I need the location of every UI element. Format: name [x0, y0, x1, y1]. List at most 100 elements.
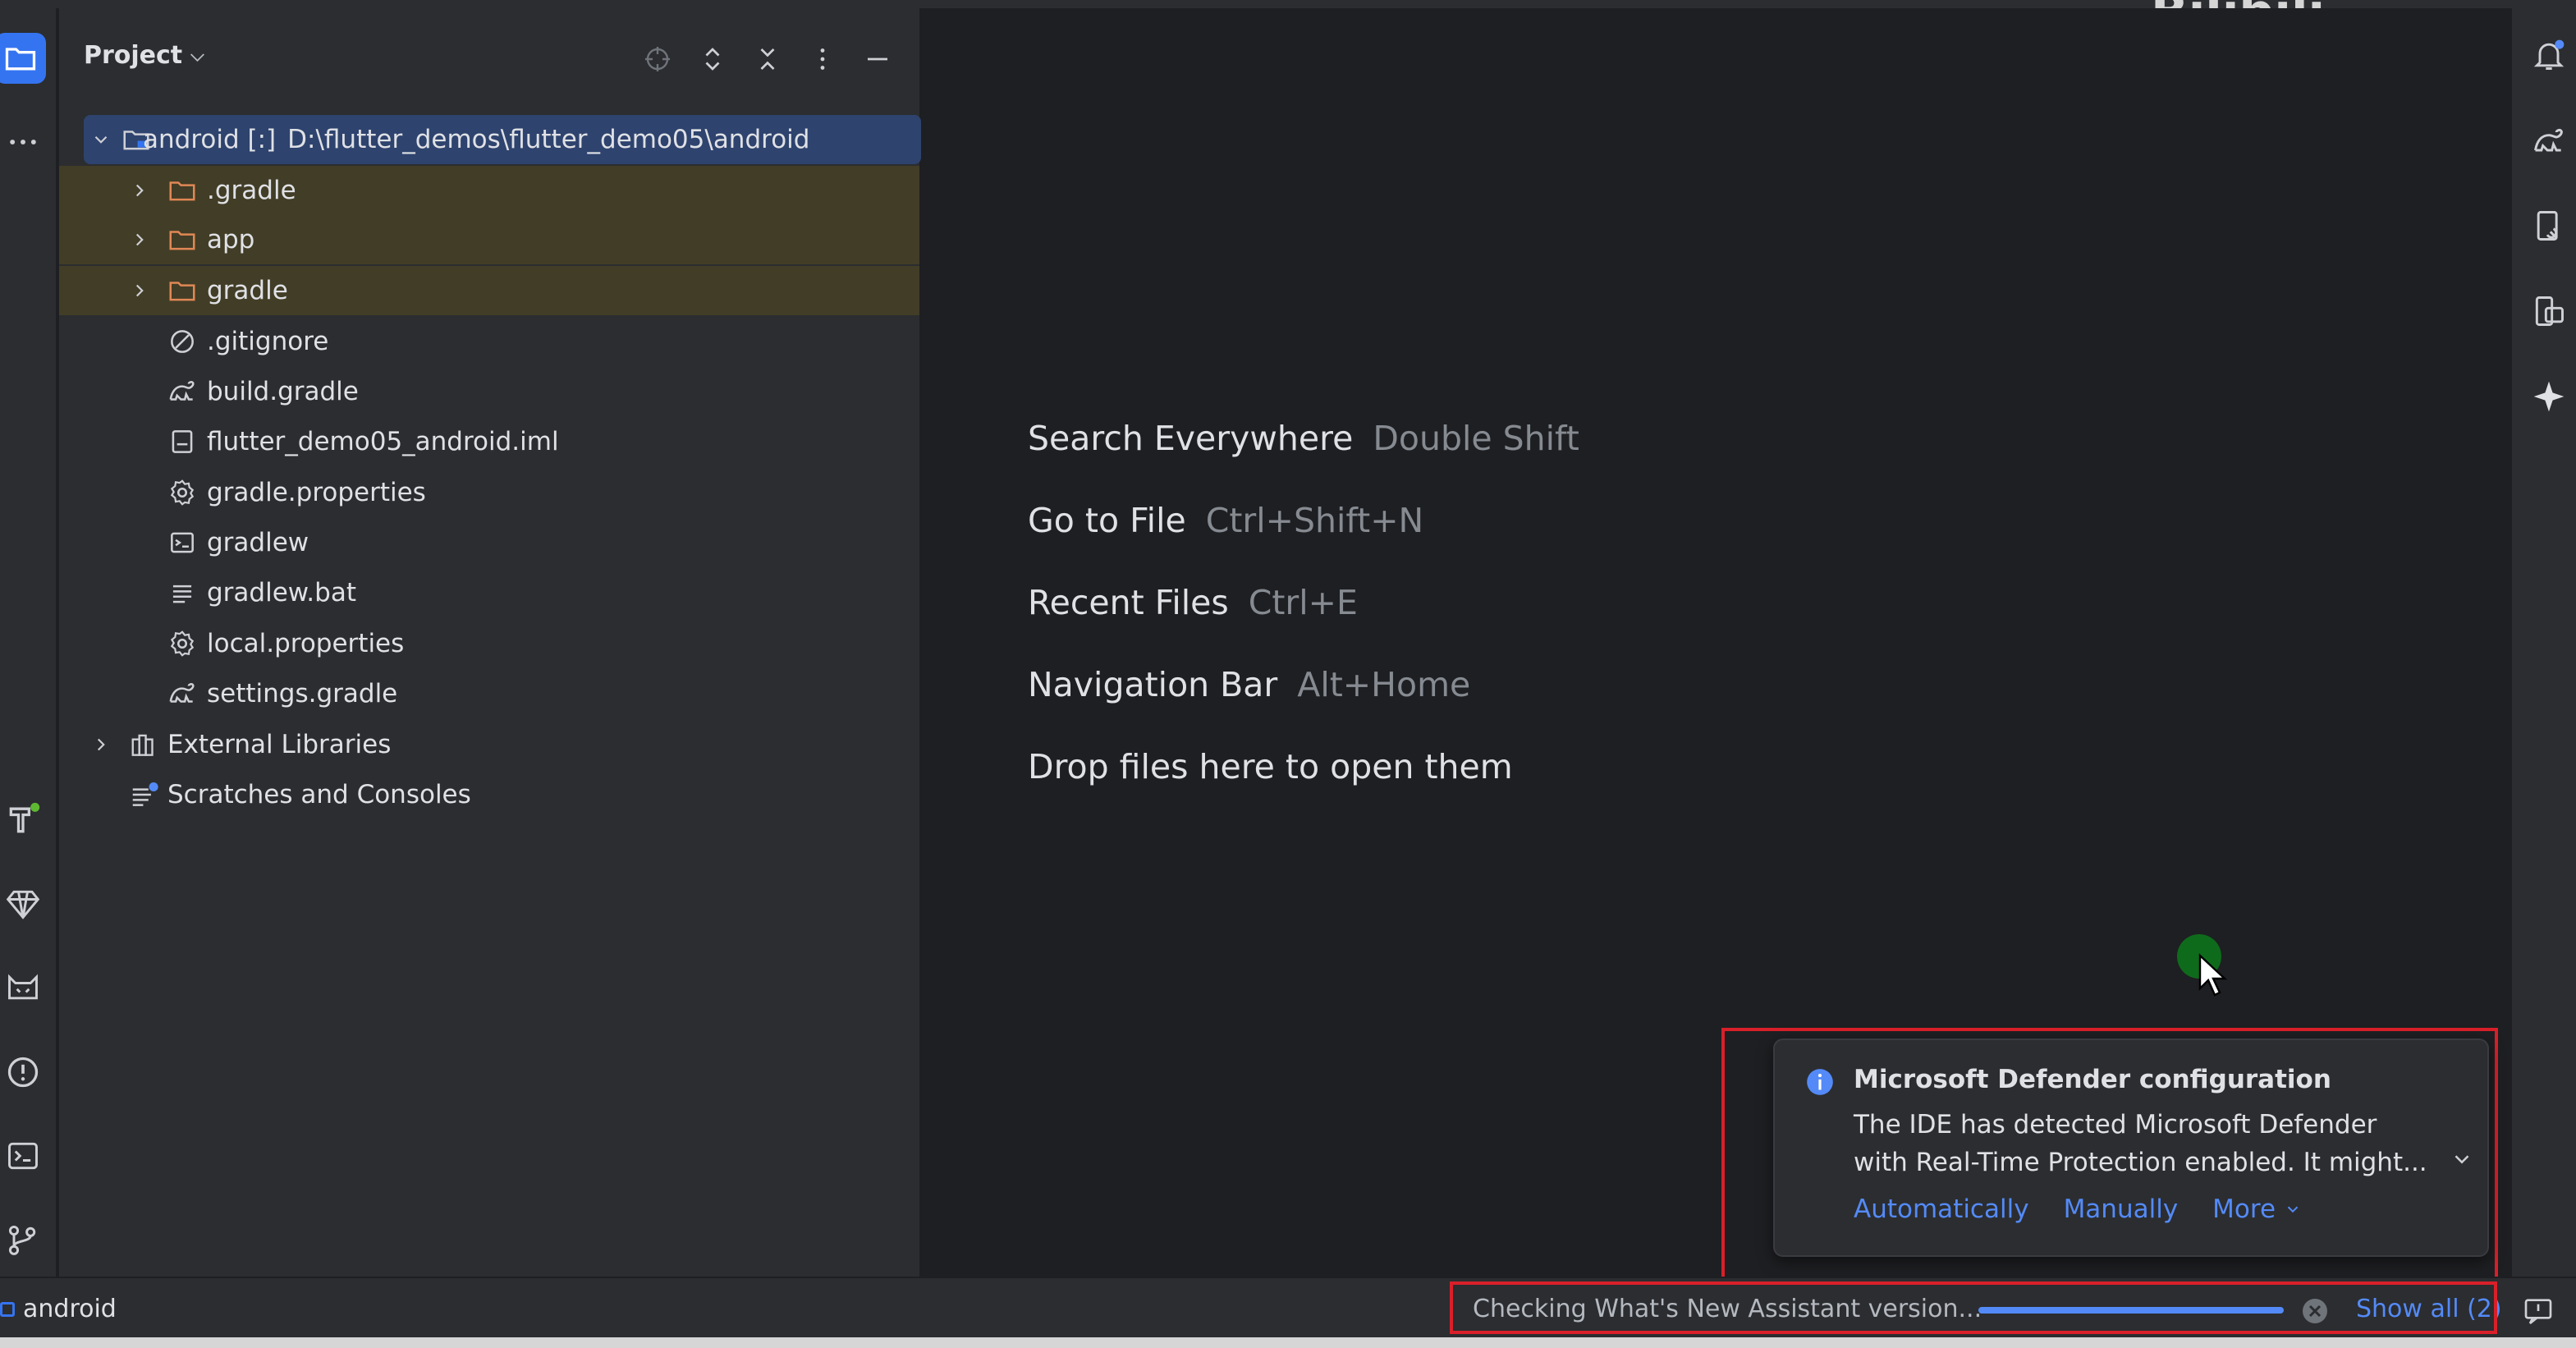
- bell-icon: [2533, 39, 2565, 70]
- tree-item-label: gradlew.bat: [207, 578, 356, 608]
- notifications-tool-button[interactable]: [2527, 33, 2571, 77]
- mouse-cursor-icon: [2198, 953, 2228, 997]
- defender-notification: Microsoft Defender configuration The IDE…: [1773, 1039, 2489, 1257]
- project-panel-header: Project ⌵: [59, 8, 919, 103]
- right-tool-strip: [2510, 8, 2576, 1277]
- hint-action: Search Everywhere: [1028, 419, 1354, 458]
- collapse-all-button[interactable]: [748, 39, 787, 79]
- tree-item-external-libraries[interactable]: External Libraries: [59, 720, 919, 769]
- chevron-right-icon[interactable]: [127, 178, 152, 203]
- running-devices-tool-button[interactable]: [2527, 289, 2571, 333]
- terminal-tool-button[interactable]: [0, 1133, 46, 1179]
- build-tool-button[interactable]: [0, 796, 46, 842]
- options-button[interactable]: [803, 39, 842, 79]
- notification-balloon-icon[interactable]: [2522, 1295, 2555, 1327]
- tree-item-label: build.gradle: [207, 377, 359, 406]
- tree-item-label: local.properties: [207, 629, 405, 658]
- hammer-icon: [9, 802, 40, 833]
- more-dropdown[interactable]: More: [2212, 1194, 2302, 1224]
- hint-navigation-bar: Navigation Bar Alt+Home: [1028, 665, 1470, 704]
- select-opened-file-button[interactable]: [638, 39, 677, 79]
- info-icon: [1807, 1069, 1833, 1095]
- gradle-icon: [166, 375, 199, 408]
- panel-title: Project: [84, 41, 183, 70]
- hint-action: Navigation Bar: [1028, 665, 1278, 704]
- tree-item-dot-gradle[interactable]: .gradle: [59, 166, 919, 215]
- module-icon: [0, 1301, 15, 1317]
- devices-icon: [2535, 296, 2564, 326]
- status-project[interactable]: android: [0, 1295, 117, 1323]
- settings-file-icon: [166, 476, 199, 509]
- tree-item-name: android [:]: [143, 125, 277, 154]
- tree-item-local-properties[interactable]: local.properties: [59, 619, 919, 668]
- crosshair-icon: [645, 47, 670, 71]
- tree-item-gradle[interactable]: gradle: [59, 266, 919, 315]
- tree-item-gitignore[interactable]: .gitignore: [59, 317, 919, 366]
- chevron-right-icon[interactable]: [89, 732, 113, 757]
- folder-icon: [166, 274, 199, 307]
- hint-drop-files: Drop files here to open them: [1028, 747, 1513, 786]
- tree-item-scratches[interactable]: Scratches and Consoles: [59, 770, 919, 819]
- problems-tool-button[interactable]: [0, 1049, 46, 1095]
- tree-item-label: .gradle: [207, 176, 296, 205]
- device-manager-icon: [2537, 211, 2558, 241]
- hint-recent-files: Recent Files Ctrl+E: [1028, 583, 1358, 622]
- gem-tool-button[interactable]: [0, 881, 46, 927]
- hint-search-everywhere: Search Everywhere Double Shift: [1028, 419, 1579, 458]
- expand-icon: [705, 48, 720, 71]
- hint-action: Recent Files: [1028, 583, 1229, 622]
- hint-action: Drop files here to open them: [1028, 747, 1513, 786]
- minimize-icon: [868, 57, 887, 61]
- hide-panel-button[interactable]: [858, 39, 897, 79]
- tree-item-label: gradlew: [207, 528, 309, 557]
- tree-item-gradle-properties[interactable]: gradle.properties: [59, 468, 919, 517]
- more-tools-button[interactable]: [0, 119, 46, 165]
- chevron-down-icon[interactable]: [89, 127, 113, 152]
- gradle-tool-button[interactable]: [2527, 119, 2571, 163]
- notification-body: The IDE has detected Microsoft Defender …: [1854, 1110, 2427, 1177]
- chevron-down-icon[interactable]: [2450, 1147, 2474, 1171]
- tree-item-label: android [:] D:\flutter_demos\flutter_demo…: [143, 125, 809, 154]
- project-view-selector[interactable]: Project ⌵: [84, 41, 204, 70]
- folder-icon: [166, 174, 199, 207]
- hint-shortcut: Double Shift: [1373, 419, 1579, 458]
- chevron-right-icon[interactable]: [127, 278, 152, 303]
- terminal-icon: [8, 1142, 38, 1170]
- chevron-down-icon: ⌵: [190, 45, 204, 66]
- folder-icon: [166, 223, 199, 256]
- manually-link[interactable]: Manually: [2064, 1194, 2179, 1224]
- project-tool-button[interactable]: [0, 33, 46, 84]
- expand-all-button[interactable]: [693, 39, 732, 79]
- gradle-icon: [166, 677, 199, 710]
- tree-item-android[interactable]: android [:] D:\flutter_demos\flutter_demo…: [84, 115, 921, 164]
- automatically-link[interactable]: Automatically: [1854, 1194, 2029, 1224]
- app-quality-tool-button[interactable]: [0, 965, 46, 1011]
- ai-assistant-tool-button[interactable]: [2527, 374, 2571, 419]
- git-tool-button[interactable]: [0, 1217, 46, 1263]
- hint-go-to-file: Go to File Ctrl+Shift+N: [1028, 501, 1423, 540]
- tree-item-label: gradle: [207, 276, 288, 305]
- status-project-name: android: [23, 1295, 117, 1323]
- kebab-icon: [820, 48, 825, 70]
- progress-highlight-box: [1450, 1282, 2497, 1334]
- sparkle-icon: [2533, 381, 2565, 412]
- hint-action: Go to File: [1028, 501, 1186, 540]
- scratches-icon: [128, 778, 161, 811]
- tree-item-label: settings.gradle: [207, 679, 398, 708]
- left-tool-strip: [0, 8, 57, 1277]
- tree-item-gradlew-bat[interactable]: gradlew.bat: [59, 568, 919, 617]
- more-label: More: [2212, 1194, 2276, 1224]
- tree-item-label: .gitignore: [207, 327, 329, 356]
- gem-icon: [6, 890, 40, 919]
- tree-item-settings-gradle[interactable]: settings.gradle: [59, 669, 919, 718]
- tree-item-gradlew[interactable]: gradlew: [59, 518, 919, 567]
- chevron-right-icon[interactable]: [127, 227, 152, 252]
- tree-item-iml[interactable]: flutter_demo05_android.iml: [59, 417, 919, 466]
- tree-item-build-gradle[interactable]: build.gradle: [59, 367, 919, 416]
- tree-item-label: Scratches and Consoles: [167, 780, 471, 809]
- tree-item-label: gradle.properties: [207, 478, 426, 507]
- device-manager-tool-button[interactable]: [2527, 204, 2571, 248]
- tree-item-label: External Libraries: [167, 730, 392, 759]
- tree-item-app[interactable]: app: [59, 215, 919, 264]
- tree-item-path: D:\flutter_demos\flutter_demo05\android: [287, 125, 810, 154]
